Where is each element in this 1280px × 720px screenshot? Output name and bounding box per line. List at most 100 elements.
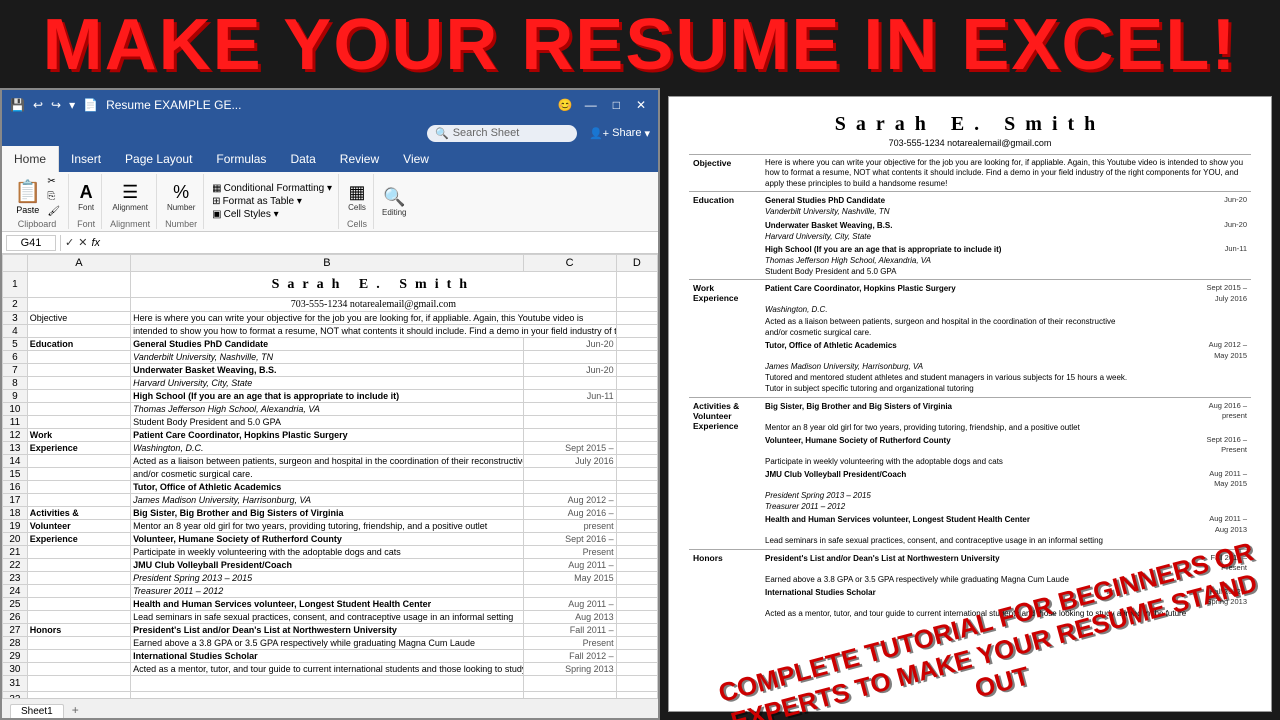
col-header-d[interactable]: D: [616, 255, 657, 272]
cell-date[interactable]: Spring 2013: [523, 663, 616, 676]
col-header-a[interactable]: A: [27, 255, 130, 272]
cell-date[interactable]: Present: [523, 637, 616, 650]
cell[interactable]: [616, 298, 657, 312]
cell-date[interactable]: Jun-11: [523, 390, 616, 403]
cell-date[interactable]: Sept 2015 –: [523, 442, 616, 455]
cell[interactable]: [616, 598, 657, 611]
cell-name[interactable]: Sarah E. Smith: [131, 272, 617, 298]
cell[interactable]: [616, 676, 657, 692]
cell[interactable]: [616, 507, 657, 520]
cell[interactable]: Washington, D.C.: [131, 442, 524, 455]
cell[interactable]: [523, 429, 616, 442]
cell[interactable]: [27, 468, 130, 481]
cell[interactable]: Mentor an 8 year old girl for two years,…: [131, 520, 524, 533]
cell[interactable]: [27, 650, 130, 663]
format-as-table-btn[interactable]: ⊞Format as Table ▾: [212, 196, 332, 207]
share-btn[interactable]: 👤+ Share ▾: [589, 127, 650, 140]
cell[interactable]: [27, 598, 130, 611]
cell-section[interactable]: Experience: [27, 442, 130, 455]
x-icon[interactable]: ✕: [78, 236, 87, 249]
tab-data[interactable]: Data: [278, 146, 327, 172]
cell[interactable]: intended to show you how to format a res…: [131, 325, 617, 338]
cell-date[interactable]: Aug 2016 –: [523, 507, 616, 520]
cell[interactable]: [27, 481, 130, 494]
cell[interactable]: President Spring 2013 – 2015: [131, 572, 524, 585]
cell[interactable]: Harvard University, City, State: [131, 377, 524, 390]
tab-view[interactable]: View: [391, 146, 441, 172]
conditional-formatting-btn[interactable]: ▦Conditional Formatting ▾: [212, 183, 332, 194]
cell[interactable]: [616, 338, 657, 351]
editing-btn[interactable]: 🔍 Editing: [382, 187, 406, 217]
cell[interactable]: Volunteer, Humane Society of Rutherford …: [131, 533, 524, 546]
cell[interactable]: [616, 663, 657, 676]
cell[interactable]: [616, 429, 657, 442]
tab-insert[interactable]: Insert: [59, 146, 113, 172]
paste-btn[interactable]: 📋 Paste: [12, 177, 43, 217]
cell-section[interactable]: Activities &: [27, 507, 130, 520]
close-btn[interactable]: ✕: [632, 98, 650, 112]
cell[interactable]: [27, 298, 130, 312]
cell[interactable]: President's List and/or Dean's List at N…: [131, 624, 524, 637]
cell[interactable]: [616, 364, 657, 377]
cell-date[interactable]: Aug 2013: [523, 611, 616, 624]
cell[interactable]: [27, 637, 130, 650]
cell[interactable]: Earned above a 3.8 GPA or 3.5 GPA respec…: [131, 637, 524, 650]
cell[interactable]: Big Sister, Big Brother and Big Sisters …: [131, 507, 524, 520]
cell-styles-btn[interactable]: ▣Cell Styles ▾: [212, 209, 332, 220]
cell[interactable]: Underwater Basket Weaving, B.S.: [131, 364, 524, 377]
redo-icon[interactable]: ↪: [51, 98, 61, 112]
cell[interactable]: Thomas Jefferson High School, Alexandria…: [131, 403, 524, 416]
tab-review[interactable]: Review: [328, 146, 391, 172]
sheet-tab-1[interactable]: Sheet1: [10, 704, 64, 718]
cell[interactable]: [616, 585, 657, 598]
cell[interactable]: [616, 624, 657, 637]
tab-home[interactable]: Home: [2, 146, 59, 172]
cell[interactable]: [616, 637, 657, 650]
cell-date[interactable]: July 2016: [523, 455, 616, 468]
cell[interactable]: General Studies PhD Candidate: [131, 338, 524, 351]
cell[interactable]: [616, 442, 657, 455]
cell[interactable]: [523, 416, 616, 429]
cell[interactable]: [616, 455, 657, 468]
cell-date[interactable]: Fall 2012 –: [523, 650, 616, 663]
cell-date[interactable]: present: [523, 520, 616, 533]
cell[interactable]: [616, 533, 657, 546]
format-painter-btn[interactable]: 🖌: [45, 205, 62, 218]
cell-reference[interactable]: [6, 235, 56, 251]
col-header-c[interactable]: C: [523, 255, 616, 272]
customize-icon[interactable]: ▾: [69, 98, 75, 112]
cell[interactable]: Lead seminars in safe sexual practices, …: [131, 611, 524, 624]
cell[interactable]: [523, 403, 616, 416]
cell[interactable]: Acted as a liaison between patients, sur…: [131, 455, 524, 468]
cell[interactable]: [616, 611, 657, 624]
search-box[interactable]: 🔍 Search Sheet: [427, 125, 577, 142]
font-btn[interactable]: A Font: [78, 182, 94, 212]
cell[interactable]: [131, 676, 524, 692]
tab-formulas[interactable]: Formulas: [204, 146, 278, 172]
cell[interactable]: Participate in weekly volunteering with …: [131, 546, 524, 559]
cell[interactable]: and/or cosmetic surgical care.: [131, 468, 524, 481]
number-btn[interactable]: % Number: [167, 182, 195, 212]
cell[interactable]: Vanderbilt University, Nashville, TN: [131, 351, 524, 364]
cell-date[interactable]: May 2015: [523, 572, 616, 585]
cell[interactable]: Student Body President and 5.0 GPA: [131, 416, 524, 429]
cell[interactable]: [523, 468, 616, 481]
cut-btn[interactable]: ✂: [45, 175, 62, 188]
cell[interactable]: [523, 377, 616, 390]
cell[interactable]: [27, 455, 130, 468]
cell[interactable]: [27, 572, 130, 585]
cell[interactable]: [27, 663, 130, 676]
cell[interactable]: [27, 364, 130, 377]
cell[interactable]: [27, 390, 130, 403]
cell[interactable]: High School (If you are an age that is a…: [131, 390, 524, 403]
cell[interactable]: [616, 351, 657, 364]
cell[interactable]: Patient Care Coordinator, Hopkins Plasti…: [131, 429, 524, 442]
cell[interactable]: [616, 572, 657, 585]
cell[interactable]: [616, 312, 657, 325]
cell[interactable]: [523, 481, 616, 494]
cell[interactable]: James Madison University, Harrisonburg, …: [131, 494, 524, 507]
cell[interactable]: [523, 676, 616, 692]
cell-date[interactable]: Aug 2011 –: [523, 559, 616, 572]
cell[interactable]: [27, 325, 130, 338]
undo-icon[interactable]: ↩: [33, 98, 43, 112]
